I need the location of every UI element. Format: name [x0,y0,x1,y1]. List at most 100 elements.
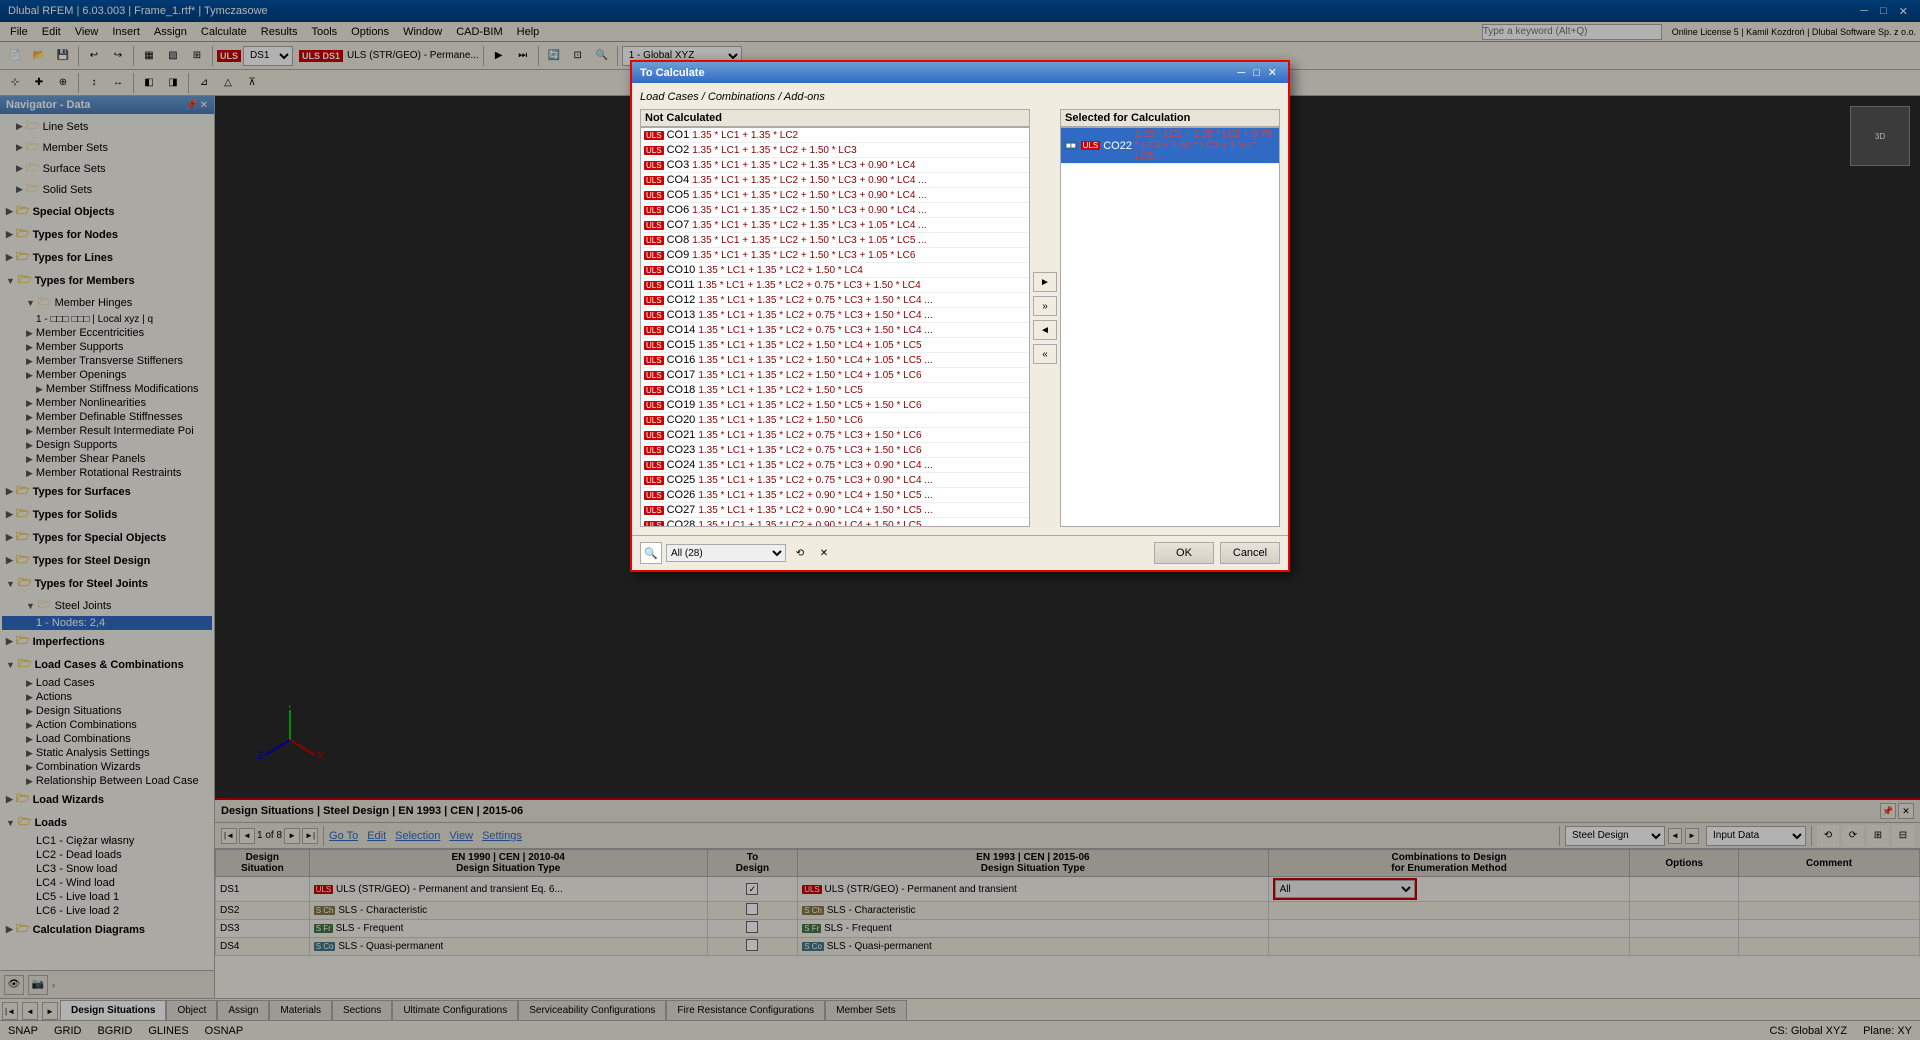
co7-id: CO7 [667,219,690,231]
calc-item-co28[interactable]: ULS CO28 1.35 * LC1 + 1.35 * LC2 + 0.90 … [641,518,1029,527]
calc-item-co9[interactable]: ULS CO9 1.35 * LC1 + 1.35 * LC2 + 1.50 *… [641,248,1029,263]
calc-item-co12[interactable]: ULS CO12 1.35 * LC1 + 1.35 * LC2 + 0.75 … [641,293,1029,308]
calc-item-co23[interactable]: ULS CO23 1.35 * LC1 + 1.35 * LC2 + 0.75 … [641,443,1029,458]
calc-item-co13[interactable]: ULS CO13 1.35 * LC1 + 1.35 * LC2 + 0.75 … [641,308,1029,323]
calc-item-co5[interactable]: ULS CO5 1.35 * LC1 + 1.35 * LC2 + 1.50 *… [641,188,1029,203]
uls-co20: ULS [644,416,664,425]
co20-id: CO20 [667,414,696,426]
co4-id: CO4 [667,174,690,186]
calc-columns: Not Calculated ULS CO1 1.35 * LC1 + 1.35… [640,109,1280,527]
co21-formula: 1.35 * LC1 + 1.35 * LC2 + 0.75 * LC3 + 1… [698,430,921,441]
modal-title: To Calculate [640,67,705,79]
co11-id: CO11 [667,279,695,291]
uls-co17: ULS [644,371,664,380]
co27-formula: 1.35 * LC1 + 1.35 * LC2 + 0.90 * LC4 + 1… [698,505,932,516]
co1-id: CO1 [667,129,690,141]
uls-co2: ULS [644,146,664,155]
selected-calc-col: Selected for Calculation ■■ ULS CO22 1.3… [1060,109,1280,527]
calc-item-co26[interactable]: ULS CO26 1.35 * LC1 + 1.35 * LC2 + 0.90 … [641,488,1029,503]
uls-co24: ULS [644,461,664,470]
modal-overlay: To Calculate ─ □ ✕ Load Cases / Combinat… [0,0,1920,1040]
modal-titlebar: To Calculate ─ □ ✕ [632,62,1288,83]
calc-item-co2[interactable]: ULS CO2 1.35 * LC1 + 1.35 * LC2 + 1.50 *… [641,143,1029,158]
cancel-button[interactable]: Cancel [1220,542,1280,564]
co22-formula: 1.35 * LC1 + 1.35 * LC2 + 0.75 * LC3 + 1… [1135,129,1276,162]
move-left-btn[interactable]: ◄ [1033,320,1057,340]
modal-close-btn[interactable]: ✕ [1265,66,1280,79]
modal-title-buttons: ─ □ ✕ [1234,66,1280,79]
calc-item-co18[interactable]: ULS CO18 1.35 * LC1 + 1.35 * LC2 + 1.50 … [641,383,1029,398]
calc-item-co7[interactable]: ULS CO7 1.35 * LC1 + 1.35 * LC2 + 1.35 *… [641,218,1029,233]
co4-formula: 1.35 * LC1 + 1.35 * LC2 + 1.50 * LC3 + 0… [692,175,926,186]
co3-formula: 1.35 * LC1 + 1.35 * LC2 + 1.35 * LC3 + 0… [692,160,915,171]
uls-co5: ULS [644,191,664,200]
uls-co6: ULS [644,206,664,215]
co5-formula: 1.35 * LC1 + 1.35 * LC2 + 1.50 * LC3 + 0… [692,190,926,201]
co2-formula: 1.35 * LC1 + 1.35 * LC2 + 1.50 * LC3 [692,145,857,156]
calc-item-co14[interactable]: ULS CO14 1.35 * LC1 + 1.35 * LC2 + 0.75 … [641,323,1029,338]
co17-formula: 1.35 * LC1 + 1.35 * LC2 + 1.50 * LC4 + 1… [698,370,921,381]
co8-id: CO8 [667,234,690,246]
co11-formula: 1.35 * LC1 + 1.35 * LC2 + 0.75 * LC3 + 1… [697,280,920,291]
ok-button[interactable]: OK [1154,542,1214,564]
to-calculate-modal: To Calculate ─ □ ✕ Load Cases / Combinat… [630,60,1290,572]
co14-id: CO14 [667,324,696,336]
filter-select[interactable]: All (28) [666,544,786,562]
move-right-btn[interactable]: ► [1033,272,1057,292]
calc-item-co11[interactable]: ULS CO11 1.35 * LC1 + 1.35 * LC2 + 0.75 … [641,278,1029,293]
uls-co16: ULS [644,356,664,365]
transfer-arrows: ► » ◄ « [1030,109,1060,527]
co3-id: CO3 [667,159,690,171]
modal-min-btn[interactable]: ─ [1234,66,1248,79]
co26-formula: 1.35 * LC1 + 1.35 * LC2 + 0.90 * LC4 + 1… [698,490,932,501]
modal-max-btn[interactable]: □ [1250,66,1263,79]
uls-co27: ULS [644,506,664,515]
calc-item-co20[interactable]: ULS CO20 1.35 * LC1 + 1.35 * LC2 + 1.50 … [641,413,1029,428]
uls-co12: ULS [644,296,664,305]
clear-filter-btn[interactable]: ✕ [814,543,834,563]
calc-item-co8[interactable]: ULS CO8 1.35 * LC1 + 1.35 * LC2 + 1.50 *… [641,233,1029,248]
calc-item-co22-selected[interactable]: ■■ ULS CO22 1.35 * LC1 + 1.35 * LC2 + 0.… [1061,128,1279,164]
calc-item-co17[interactable]: ULS CO17 1.35 * LC1 + 1.35 * LC2 + 1.50 … [641,368,1029,383]
calc-item-co24[interactable]: ULS CO24 1.35 * LC1 + 1.35 * LC2 + 0.75 … [641,458,1029,473]
calc-item-co21[interactable]: ULS CO21 1.35 * LC1 + 1.35 * LC2 + 0.75 … [641,428,1029,443]
calc-item-co10[interactable]: ULS CO10 1.35 * LC1 + 1.35 * LC2 + 1.50 … [641,263,1029,278]
not-calculated-col: Not Calculated ULS CO1 1.35 * LC1 + 1.35… [640,109,1030,527]
uls-co11: ULS [644,281,664,290]
co18-id: CO18 [667,384,696,396]
uls-co25: ULS [644,476,664,485]
modal-footer-right: OK Cancel [1154,542,1280,564]
calc-item-co25[interactable]: ULS CO25 1.35 * LC1 + 1.35 * LC2 + 0.75 … [641,473,1029,488]
modal-body: Load Cases / Combinations / Add-ons Not … [632,83,1288,535]
move-all-left-btn[interactable]: « [1033,344,1057,364]
co28-formula: 1.35 * LC1 + 1.35 * LC2 + 0.90 * LC4 + 1… [698,520,932,528]
selected-indicator: ■■ [1064,141,1078,150]
calc-item-co4[interactable]: ULS CO4 1.35 * LC1 + 1.35 * LC2 + 1.50 *… [641,173,1029,188]
uls-co4: ULS [644,176,664,185]
selected-calc-list[interactable]: ■■ ULS CO22 1.35 * LC1 + 1.35 * LC2 + 0.… [1060,127,1280,527]
calc-item-co19[interactable]: ULS CO19 1.35 * LC1 + 1.35 * LC2 + 1.50 … [641,398,1029,413]
not-calc-list[interactable]: ULS CO1 1.35 * LC1 + 1.35 * LC2 ULS CO2 … [640,127,1030,527]
calc-item-co6[interactable]: ULS CO6 1.35 * LC1 + 1.35 * LC2 + 1.50 *… [641,203,1029,218]
co13-formula: 1.35 * LC1 + 1.35 * LC2 + 0.75 * LC3 + 1… [698,310,932,321]
uls-co14: ULS [644,326,664,335]
modal-search-btn[interactable]: 🔍 [640,542,662,564]
calc-item-co1[interactable]: ULS CO1 1.35 * LC1 + 1.35 * LC2 [641,128,1029,143]
uls-co3: ULS [644,161,664,170]
calc-item-co3[interactable]: ULS CO3 1.35 * LC1 + 1.35 * LC2 + 1.35 *… [641,158,1029,173]
calc-item-co15[interactable]: ULS CO15 1.35 * LC1 + 1.35 * LC2 + 1.50 … [641,338,1029,353]
move-all-right-btn[interactable]: » [1033,296,1057,316]
co24-id: CO24 [667,459,696,471]
co25-formula: 1.35 * LC1 + 1.35 * LC2 + 0.75 * LC3 + 0… [698,475,932,486]
uls-co26: ULS [644,491,664,500]
co2-id: CO2 [667,144,690,156]
co22-id: CO22 [1103,140,1132,152]
modal-footer: 🔍 All (28) ⟲ ✕ OK Cancel [632,535,1288,570]
refresh-filter-btn[interactable]: ⟲ [790,543,810,563]
uls-co18: ULS [644,386,664,395]
co15-id: CO15 [667,339,696,351]
calc-item-co27[interactable]: ULS CO27 1.35 * LC1 + 1.35 * LC2 + 0.90 … [641,503,1029,518]
co25-id: CO25 [667,474,696,486]
calc-item-co16[interactable]: ULS CO16 1.35 * LC1 + 1.35 * LC2 + 1.50 … [641,353,1029,368]
not-calc-header: Not Calculated [640,109,1030,127]
